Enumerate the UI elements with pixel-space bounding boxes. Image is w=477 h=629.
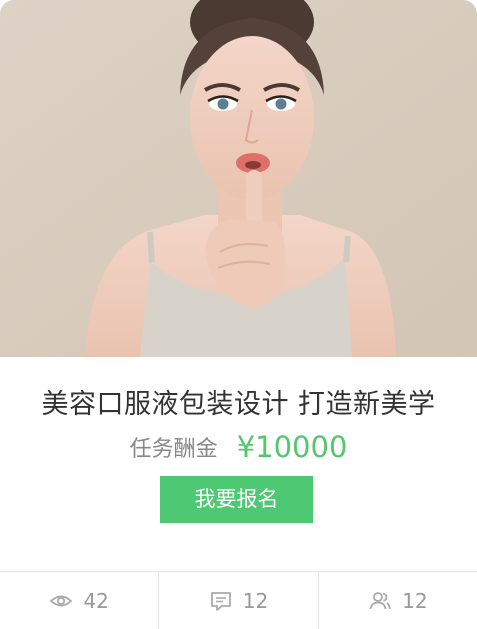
signup-button[interactable]: 我要报名	[160, 476, 313, 523]
stat-views: 42	[0, 572, 160, 629]
views-count: 42	[83, 589, 109, 613]
task-title: 美容口服液包装设计 打造新美学	[41, 389, 436, 420]
comments-count: 12	[242, 589, 269, 613]
participants-count: 12	[402, 589, 428, 613]
stat-comments: 12	[159, 572, 319, 629]
fee-label: 任务酬金	[129, 437, 218, 462]
hero-image[interactable]	[0, 0, 477, 357]
model-photo	[0, 0, 477, 357]
stats-bar: 42 12 12	[0, 571, 477, 629]
users-icon	[369, 592, 391, 610]
fee-value: ¥10000	[236, 430, 348, 464]
stat-participants: 12	[319, 572, 477, 629]
eye-icon	[50, 595, 73, 607]
task-fee: 任务酬金 ¥10000	[0, 430, 477, 464]
task-card[interactable]: 美容口服液包装设计 打造新美学 任务酬金 ¥10000 我要报名 42 12 1…	[0, 0, 477, 629]
comment-icon	[210, 592, 231, 611]
